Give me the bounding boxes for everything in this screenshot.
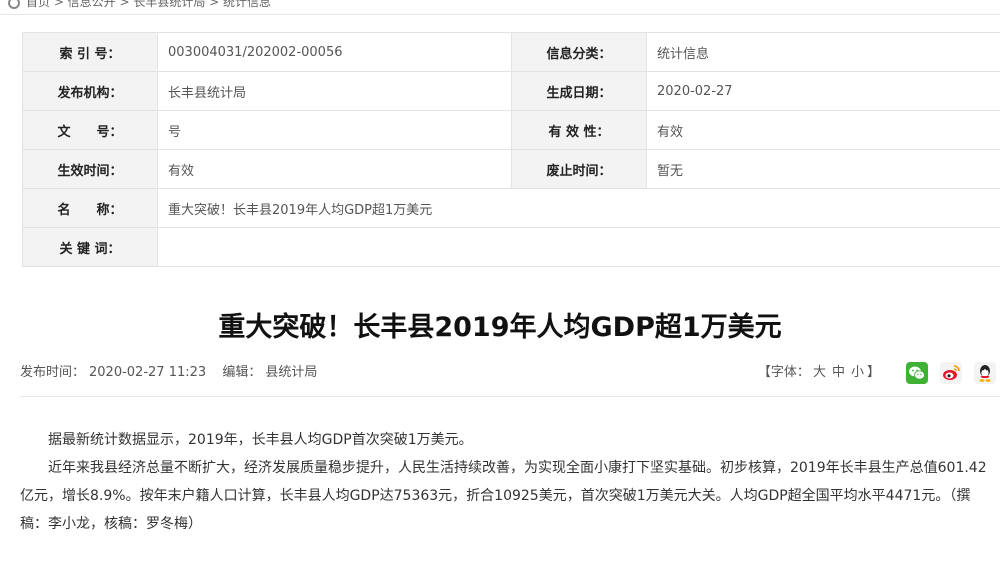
font-small-button[interactable]: 小 — [851, 365, 864, 380]
table-row: 文 号： 号 有 效 性： 有效 — [22, 110, 1000, 150]
keywords-label: 关 键 词： — [22, 227, 158, 267]
category-value: 统计信息 — [646, 32, 1000, 72]
expiry-time-label: 废止时间： — [511, 149, 647, 189]
document-number-value: 号 — [157, 110, 512, 150]
table-row: 生效时间： 有效 废止时间： 暂无 — [22, 149, 1000, 189]
document-number-label: 文 号： — [22, 110, 158, 150]
breadcrumb: 首页 > 信息公开 > 长丰县统计局 > 统计信息 — [8, 0, 271, 10]
font-large-button[interactable]: 大 — [813, 365, 826, 380]
font-size-bracket: 】 — [866, 365, 880, 380]
validity-label: 有 效 性： — [511, 110, 647, 150]
qq-share-icon[interactable] — [974, 362, 996, 384]
table-row: 索 引 号： 003004031/202002-00056 信息分类： 统计信息 — [22, 32, 1000, 72]
name-value: 重大突破！长丰县2019年人均GDP超1万美元 — [157, 188, 1000, 228]
index-number-value: 003004031/202002-00056 — [157, 32, 512, 72]
article-paragraph: 据最新统计数据显示，2019年，长丰县人均GDP首次突破1万美元。 — [48, 432, 473, 448]
table-row: 名 称： 重大突破！长丰县2019年人均GDP超1万美元 — [22, 188, 1000, 228]
index-number-label: 索 引 号： — [22, 32, 158, 72]
font-medium-button[interactable]: 中 — [832, 365, 845, 380]
publish-time: 2020-02-27 11:23 — [89, 365, 207, 380]
wechat-share-icon[interactable] — [906, 362, 928, 384]
font-size-control: 【字体：大中小】 — [758, 360, 880, 386]
name-label: 名 称： — [22, 188, 158, 228]
created-date-label: 生成日期： — [511, 71, 647, 111]
breadcrumb-text[interactable]: 首页 > 信息公开 > 长丰县统计局 > 统计信息 — [26, 0, 271, 9]
top-breadcrumb-strip: 首页 > 信息公开 > 长丰县统计局 > 统计信息 — [0, 0, 1000, 15]
publisher-label: 发布机构： — [22, 71, 158, 111]
publish-time-label: 发布时间： — [20, 365, 86, 380]
editor-name: 县统计局 — [265, 365, 318, 380]
article-title: 重大突破！长丰县2019年人均GDP超1万美元 — [218, 312, 782, 343]
effective-time-label: 生效时间： — [22, 149, 158, 189]
article-info-bar: 发布时间： 2020-02-27 11:23 编辑： 县统计局 【字体：大中小】 — [20, 360, 1000, 386]
article-body: 据最新统计数据显示，2019年，长丰县人均GDP首次突破1万美元。 近年来我县经… — [20, 426, 990, 538]
category-label: 信息分类： — [511, 32, 647, 72]
created-date-value: 2020-02-27 — [646, 71, 1000, 111]
keywords-value — [157, 227, 1000, 267]
font-size-label: 【字体： — [757, 365, 810, 380]
table-row: 关 键 词： — [22, 227, 1000, 267]
content-divider — [20, 396, 1000, 397]
info-metadata-table: 索 引 号： 003004031/202002-00056 信息分类： 统计信息… — [22, 32, 1000, 267]
publisher-value: 长丰县统计局 — [157, 71, 512, 111]
validity-value: 有效 — [646, 110, 1000, 150]
editor-label: 编辑： — [222, 365, 262, 380]
location-icon — [8, 0, 20, 9]
expiry-time-value: 暂无 — [646, 149, 1000, 189]
effective-time-value: 有效 — [157, 149, 512, 189]
weibo-share-icon[interactable] — [940, 362, 962, 384]
article-tools: 【字体：大中小】 — [758, 360, 996, 386]
table-row: 发布机构： 长丰县统计局 生成日期： 2020-02-27 — [22, 71, 1000, 111]
article-paragraph: 近年来我县经济总量不断扩大，经济发展质量稳步提升，人民生活持续改善，为实现全面小… — [20, 460, 987, 532]
